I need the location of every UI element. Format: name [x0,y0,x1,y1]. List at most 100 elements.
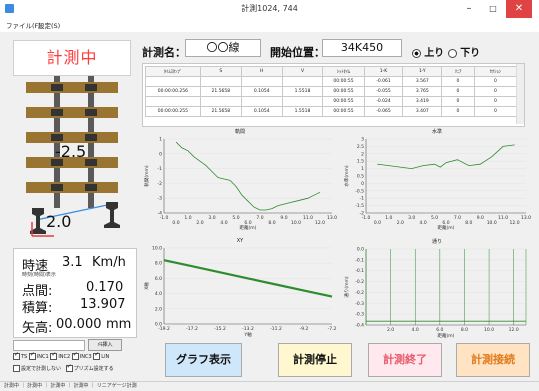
table-cell: 00:00:55 [322,86,365,97]
checkbox-checked-icon [71,351,79,360]
x-tick-label: 2.0 [397,220,404,226]
start-position-field[interactable]: 34K450 [322,39,402,57]
direction-up-radio[interactable]: 上り [412,44,444,59]
measure-name-field[interactable]: 〇〇線 [185,39,261,57]
series-line [175,141,321,211]
table-header: 1-K [363,66,404,77]
graph-display-button[interactable]: グラフ表示 [165,343,242,377]
chart-title: 通り [431,239,442,245]
data-table: ﾀｲﾑｽﾀﾝﾌﾟ S H V ｼｯﾄﾀｲﾑ 1-K 1-Y ﾘﾆｱ ｾｸｼｮﾝ … [145,66,518,117]
close-button[interactable]: ✕ [506,0,532,18]
y-axis-label: 水準(mm) [343,165,350,187]
y-tick-label: -0.3 [355,312,364,318]
table-scrollbar[interactable] [516,64,524,124]
x-tick-label: 8.0 [465,220,472,226]
speed-unit: Km/h [92,255,126,270]
chart-gauge: 軌間 1 0 -1 -2 -3 -4 -1.0 1.0 3.0 5.0 7.0 9.0 11.0 13.0… [142,128,338,234]
table-cell [240,76,283,87]
direction-up-label: 上り [424,48,445,59]
table-row[interactable]: 00:00:00.255 21.5658 0.1054 1.5518 00:00… [145,106,518,117]
x-tick-label: -7.2 [328,326,337,332]
x-tick-label: 10.0 [291,220,301,226]
table-header: ｼｯﾄﾀｲﾑ [322,66,365,77]
y-tick-label: -3 [158,196,163,202]
chart-title: 軌間 [234,129,245,135]
x-tick-label: -1.0 [160,215,169,221]
x-tick-label: 1.0 [385,215,392,221]
table-cell: 0 [473,76,518,87]
y-tick-label: -2 [158,181,163,187]
y-tick-label: -0.5 [355,188,364,194]
total-value: 13.907 [80,297,126,312]
table-row[interactable]: 00:00:55 -0.024 3.419 0 0 [145,96,518,107]
table-cell: 3.765 [402,86,443,97]
menu-settings[interactable]: 設定(S) [38,20,60,30]
table-cell: 0 [441,106,475,117]
table-cell: 0 [441,76,475,87]
checkbox-inc1[interactable]: INC1 [28,351,49,360]
x-tick-label: 5.0 [232,215,239,221]
x-tick-label: 13.0 [327,215,337,221]
checkbox-no-measure[interactable]: 設定で計測しない [13,365,61,372]
chart-xy-svg: 10.08.06.04.02.00.0-19.2 -17.2 -15.2 -13.2-… [143,246,337,339]
x-axis-label: 距離(m) [438,224,455,231]
point-value: 0.170 [86,280,124,295]
y-tick-label: 1.5 [357,159,364,165]
checkbox-lin[interactable]: LIN [93,351,109,360]
direction-down-radio[interactable]: 下り [448,44,480,59]
minimize-button[interactable]: – [458,0,480,18]
direction-down-label: 下り [460,48,481,59]
stop-measure-button[interactable]: 計測停止 [278,343,352,377]
chart-alignment-svg: 0.0 -0.1 -0.1 -0.2 -0.2 -0.3 -0.3 -0.4 2.0 4.0 6.0… [343,247,527,339]
table-cell [199,76,242,87]
checkbox-inc3[interactable]: INC3 [71,351,92,360]
series-line [377,144,515,170]
connect-measure-button[interactable]: 計測接続 [456,343,530,377]
x-tick-label: -11.2 [270,326,282,332]
table-cell: 00:00:55 [322,96,365,107]
y-tick-label: -0.1 [355,257,364,263]
table-cell: -0.024 [363,96,404,107]
table-cell [240,96,283,107]
checkbox-unchecked-icon [13,365,20,372]
checkbox-inc2[interactable]: INC2 [50,351,70,360]
x-tick-label: 13.0 [521,215,531,221]
x-tick-label: 1.0 [184,215,191,221]
x-tick-label: 12.0 [509,327,519,333]
measure-name-label: 計測名： [142,46,186,59]
checkbox-prism[interactable]: プリズム設定する [65,363,114,372]
x-tick-label: -15.2 [214,326,226,332]
table-header: S [199,66,242,77]
y-tick-label: 0 [361,181,364,187]
data-table-panel[interactable]: ﾀｲﾑｽﾀﾝﾌﾟ S H V ｼｯﾄﾀｲﾑ 1-K 1-Y ﾘﾆｱ ｾｸｼｮﾝ … [142,63,525,127]
end-measure-button[interactable]: 計測終了 [368,343,442,377]
x-tick-label: 7.0 [454,215,461,221]
x-tick-label: 7.0 [256,215,263,221]
speed-sub-label: 時刻(時間)表示 [22,272,56,278]
table-cell: -0.055 [363,86,404,97]
y-tick-label: -0.4 [355,323,364,329]
table-cell: 3.567 [402,76,443,87]
sensor-checkboxes: TS INC1 INC2 INC3 LIN [13,351,143,360]
x-tick-label: 10.0 [487,220,497,226]
speed-value: 3.1 [62,255,83,270]
x-tick-label: 6.0 [436,327,443,333]
table-cell: 00:00:00.255 [145,106,201,117]
radio-selected-icon [412,48,421,58]
chart-xy: XY 10.0 8.0 6.0 4.0 2.0 0.0 -19.2 -17.2 -15.2 -13… [142,238,338,342]
maximize-button[interactable]: □ [482,0,504,18]
x-tick-label: 9.0 [280,215,287,221]
memo-input[interactable] [13,340,85,351]
y-tick-label: 1 [159,137,162,143]
table-cell: 1.5518 [281,86,324,97]
table-row[interactable]: 00:00:55 -0.061 3.567 0 0 [145,76,518,87]
checkbox-ts[interactable]: TS [13,351,27,360]
chart-gauge-svg: 10-1-2-3-4-1.0 1.0 3.0 5.0 7.0 9.0 11.0 13.00.0… [143,137,337,232]
memo-insert-button[interactable]: ﾒﾓ挿入 [88,339,122,351]
menu-file[interactable]: ファイル(F) [6,20,41,30]
table-row[interactable]: 00:00:00.256 21.5658 0.1054 1.5518 00:00… [145,86,518,97]
table-cell [281,96,324,107]
radio-unselected-icon [448,48,457,58]
y-tick-label: 2.5 [357,144,364,150]
table-header: ｾｸｼｮﾝ [473,66,518,77]
